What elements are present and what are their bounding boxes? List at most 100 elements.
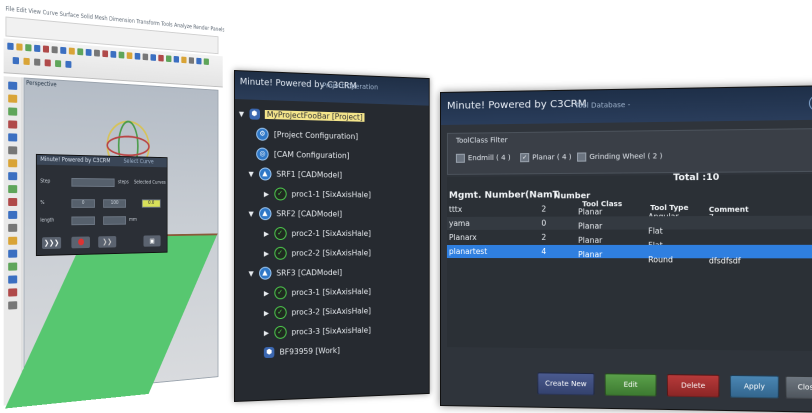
column-header-mgmt[interactable]: Mgmt. Number(NamT — [449, 190, 559, 201]
toolbar-icon[interactable] — [34, 58, 41, 66]
toolbar-icon[interactable] — [7, 42, 14, 51]
filter-endmill-checkbox[interactable]: Endmill ( 4 ) — [455, 153, 511, 163]
tree-node-work[interactable]: ⬢ BF93959 [Work] — [263, 344, 340, 360]
tree-node-label: [CAM Configuration] — [273, 149, 350, 161]
toolbar-icon[interactable] — [94, 49, 100, 57]
column-header-number[interactable]: Number — [554, 191, 591, 200]
tree-titlebar: Minute! Powered by C3CRM Project Operati… — [234, 71, 429, 106]
toolbar-icon[interactable] — [55, 60, 62, 68]
toolbar-icon[interactable] — [181, 56, 187, 64]
step-input[interactable] — [71, 177, 115, 188]
value-field[interactable]: 0.0 — [141, 199, 161, 208]
tree-node-srf1[interactable]: ▼ ▲ SRF1 [CADModel] — [249, 167, 342, 182]
filter-label: Planar ( 4 ) — [532, 153, 572, 162]
toolbar-icon[interactable] — [42, 45, 50, 53]
toolbar-icon[interactable] — [16, 43, 23, 51]
percent-end-input[interactable]: 100 — [103, 199, 126, 208]
toolbar-icon[interactable] — [173, 55, 180, 63]
toolbar-icon[interactable] — [166, 55, 172, 63]
tree-node-proc3-3[interactable]: ▶ ✓ proc3-3 [SixAxisHale] — [264, 324, 371, 340]
tree-node-label: proc1-1 [SixAxisHale] — [291, 189, 371, 200]
table-row[interactable]: Planarx 2 Planar Flat — [447, 230, 812, 250]
toolbar-icon[interactable] — [134, 52, 141, 60]
tree-node-proc3-2[interactable]: ▶ ✓ proc3-2 [SixAxisHale] — [264, 305, 371, 321]
collapse-arrow-icon[interactable]: ▼ — [249, 207, 257, 221]
table-row[interactable]: yama 0 Planar Flat — [446, 215, 812, 236]
toolbar-icon[interactable] — [34, 44, 41, 53]
tree-node-label: SRF3 [CADModel] — [276, 268, 343, 278]
forward-button[interactable]: ❯❯❯ — [42, 236, 62, 250]
expand-arrow-icon[interactable]: ▶ — [264, 247, 272, 261]
tree-node-proc3-1[interactable]: ▶ ✓ proc3-1 [SixAxisHale] — [264, 285, 371, 300]
delete-button[interactable]: Delete — [666, 374, 720, 398]
filter-title: ToolClass Filter — [455, 136, 508, 145]
toolbar-icon[interactable] — [188, 57, 195, 64]
tree-node-srf2[interactable]: ▼ ▲ SRF2 [CADModel] — [249, 207, 342, 221]
tool-table[interactable]: Total :10 Mgmt. Number(NamT Number Tool … — [446, 173, 812, 352]
tree-node-project[interactable]: ▼ ⬢ MyProjectFooBar [Project] — [239, 107, 365, 125]
tree-node-cam-config[interactable]: ◎ [CAM Configuration] — [256, 147, 349, 163]
expand-arrow-icon[interactable]: ▶ — [264, 287, 272, 301]
toolbar-icon[interactable] — [44, 59, 51, 67]
tree-node-project-config[interactable]: ⚙ [Project Configuration] — [256, 127, 359, 144]
tree-node-label: proc3-3 [SixAxisHale] — [291, 325, 371, 337]
collapse-arrow-icon[interactable]: ▼ — [249, 167, 257, 181]
collapse-arrow-icon[interactable]: ▼ — [249, 267, 257, 281]
viewport-label[interactable]: Perspective — [26, 80, 56, 89]
edit-button[interactable]: Edit — [604, 373, 657, 397]
tree-node-srf3[interactable]: ▼ ▲ SRF3 [CADModel] — [249, 266, 343, 281]
collapse-arrow-icon[interactable]: ▼ — [239, 107, 247, 121]
toolbar-icon[interactable] — [102, 50, 109, 58]
length-input-2[interactable] — [103, 216, 126, 225]
cell-number: 0 — [541, 218, 547, 228]
toolbar-icon[interactable] — [85, 48, 92, 57]
cell-name: planartest — [448, 246, 488, 257]
toolbar-icon[interactable] — [110, 50, 117, 58]
table-row-selected[interactable]: planartest 4 Planar Round dfsdfsdf — [446, 244, 812, 266]
expand-arrow-icon[interactable]: ▶ — [264, 227, 272, 241]
tree-node-proc1-1[interactable]: ▶ ✓ proc1-1 [SixAxisHale] — [264, 187, 371, 202]
toolbar-icon[interactable] — [126, 52, 133, 60]
toolbar-icon[interactable] — [25, 44, 32, 52]
tree-node-proc2-2[interactable]: ▶ ✓ proc2-2 [SixAxisHale] — [264, 246, 371, 261]
filter-label: Grinding Wheel ( 2 ) — [589, 152, 663, 162]
length-input[interactable] — [71, 216, 95, 226]
toolbar-icon[interactable] — [158, 54, 164, 62]
cad-window: File Edit View Curve Surface Solid Mesh … — [0, 0, 241, 409]
tree-node-label: MyProjectFooBar [Project] — [264, 109, 365, 122]
apply-button[interactable]: Apply — [729, 374, 779, 399]
expand-arrow-icon[interactable]: ▶ — [264, 187, 272, 201]
toolbar-icon[interactable] — [68, 47, 75, 55]
percent-start-input[interactable]: 0 — [71, 199, 95, 208]
toolbar-icon[interactable] — [51, 46, 58, 54]
close-dialog-button[interactable]: ▣ — [143, 235, 161, 247]
toolbar-icon[interactable] — [150, 54, 156, 61]
select-curve-dialog: Minute! Powered by C3CRM Select Curve St… — [35, 153, 168, 257]
filter-grinding-wheel-checkbox[interactable]: Grinding Wheel ( 2 ) — [577, 152, 662, 162]
table-row[interactable]: tttx 2 Planar Angular 7 — [447, 201, 812, 222]
create-new-button[interactable]: Create New — [537, 372, 595, 396]
next-button[interactable]: ❯❯ — [98, 236, 117, 248]
toolbar-icon[interactable] — [118, 51, 125, 59]
toolbar-icon[interactable] — [196, 57, 202, 65]
close-button[interactable]: Close — [785, 375, 812, 400]
cad-left-toolbar[interactable] — [3, 76, 23, 406]
tree-node-label: [Project Configuration] — [273, 130, 359, 142]
surface-model[interactable] — [5, 233, 218, 409]
expand-arrow-icon[interactable]: ▶ — [264, 326, 272, 340]
cell-number: 2 — [541, 204, 547, 214]
cad-model-icon: ▲ — [258, 207, 272, 221]
filter-planar-checkbox[interactable]: ✓ Planar ( 4 ) — [520, 153, 572, 163]
toolbar-icon[interactable] — [23, 57, 30, 66]
toolbar-icon[interactable] — [142, 53, 149, 61]
check-icon: ✓ — [273, 187, 287, 201]
toolbar-icon[interactable] — [60, 46, 67, 55]
stop-button[interactable] — [71, 236, 90, 249]
tree-node-proc2-1[interactable]: ▶ ✓ proc2-1 [SixAxisHale] — [264, 227, 371, 241]
expand-arrow-icon[interactable]: ▶ — [264, 306, 272, 320]
percent-label: % — [40, 200, 45, 206]
toolbar-icon[interactable] — [65, 60, 72, 68]
toolbar-icon[interactable] — [77, 48, 84, 56]
toolbar-icon[interactable] — [203, 58, 209, 66]
toolbar-icon[interactable] — [12, 56, 20, 65]
